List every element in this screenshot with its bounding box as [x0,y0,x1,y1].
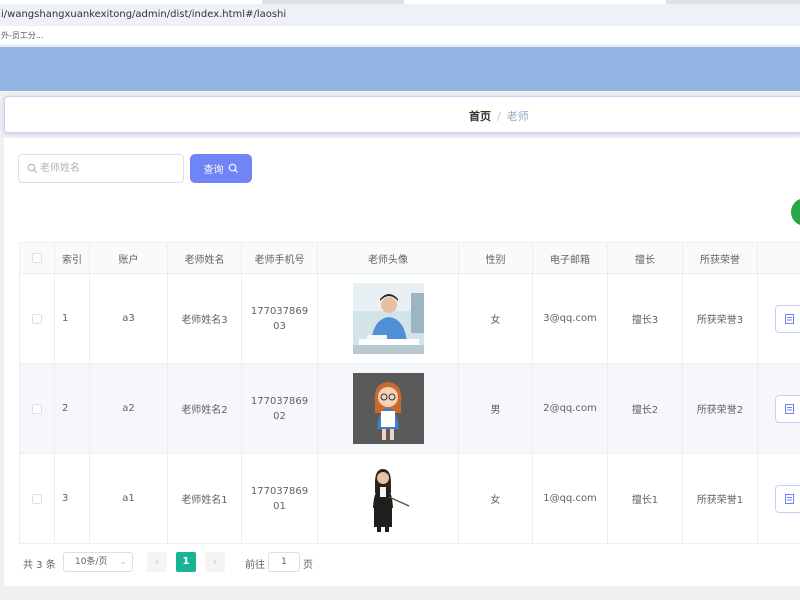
row-select-cell [20,274,55,363]
skill-cell: 擅长1 [608,454,683,543]
breadcrumb: 首页 / 老师 [469,108,529,124]
skill-cell: 擅长3 [608,274,683,363]
header-select-all [20,243,55,273]
teacher-name-search-box[interactable] [18,154,184,183]
email-cell: 1@qq.com [533,454,608,543]
header-teacher-name: 老师姓名 [168,243,242,273]
breadcrumb-current: 老师 [506,110,529,123]
search-icon [27,163,38,174]
account-cell: a2 [90,364,168,453]
teacher-table: 索引 账户 老师姓名 老师手机号 老师头像 性别 电子邮箱 擅长 所获荣誉 1 … [19,242,800,544]
document-icon [785,403,794,414]
table-header-row: 索引 账户 老师姓名 老师手机号 老师头像 性别 电子邮箱 擅长 所获荣誉 [20,243,800,274]
index-cell: 3 [55,454,90,543]
query-button-label: 查询 [203,165,224,176]
row-checkbox[interactable] [32,493,42,504]
skill-cell: 擅长2 [608,364,683,453]
address-bar[interactable]: i/wangshangxuankexitong/admin/dist/index… [0,4,800,26]
header-index: 索引 [55,243,90,273]
gender-cell: 男 [459,364,533,453]
phone-text: 17703786902 [250,395,309,422]
page-size-select[interactable]: 10条/页 ⌄ [63,552,133,572]
details-button[interactable] [775,394,800,423]
row-checkbox[interactable] [32,313,42,324]
row-select-cell [20,364,55,453]
email-cell: 2@qq.com [533,364,608,453]
table-row: 3 a1 老师姓名1 17703786901 女 1@qq.com 擅长1 所获… [20,454,800,544]
header-phone: 老师手机号 [242,243,318,273]
avatar-cell [318,364,459,453]
page-suffix-label: 页 [303,560,313,571]
index-cell: 2 [55,364,90,453]
pagination-total: 共 3 条 [23,560,56,571]
email-cell: 3@qq.com [533,274,608,363]
teacher-name-cell: 老师姓名2 [168,364,242,453]
bookmarks-bar: 外-员工分... [0,26,800,46]
teacher-name-cell: 老师姓名3 [168,274,242,363]
row-checkbox[interactable] [32,403,42,414]
table-row: 2 a2 老师姓名2 17703786902 男 2@qq.com 擅长2 所获… [20,364,800,454]
actions-cell [758,274,800,363]
phone-text: 17703786901 [250,485,309,512]
goto-label: 前往 [245,560,265,571]
breadcrumb-home[interactable]: 首页 [469,110,491,123]
table-row: 1 a3 老师姓名3 17703786903 女 3@qq.com 擅长3 所获… [20,274,800,364]
actions-cell [758,454,800,543]
account-cell: a3 [90,274,168,363]
chevron-down-icon: ⌄ [119,557,127,567]
phone-cell: 17703786901 [242,454,318,543]
header-honor: 所获荣誉 [683,243,758,273]
header-account: 账户 [90,243,168,273]
teacher-name-search-input[interactable] [40,155,180,182]
top-header-band [0,47,800,91]
query-button[interactable]: 查询 [190,154,252,183]
page-size-value: 10条/页 [75,557,108,567]
page-number-1[interactable]: 1 [176,552,196,572]
document-icon [785,313,794,324]
avatar-cell [318,274,459,363]
header-gender: 性别 [459,243,533,273]
header-email: 电子邮箱 [533,243,608,273]
bookmark-item[interactable]: 外-员工分... [1,31,44,40]
details-button[interactable] [775,484,800,513]
honor-cell: 所获荣誉3 [683,274,758,363]
document-icon [785,493,794,504]
avatar-cell [318,454,459,543]
actions-cell [758,364,800,453]
row-select-cell [20,454,55,543]
details-button[interactable] [775,304,800,333]
teacher-name-cell: 老师姓名1 [168,454,242,543]
index-cell: 1 [55,274,90,363]
honor-cell: 所获荣誉2 [683,364,758,453]
search-icon [228,163,238,174]
header-actions [758,243,800,273]
phone-text: 17703786903 [250,305,309,332]
breadcrumb-separator: / [497,110,501,123]
account-cell: a1 [90,454,168,543]
teacher-avatar-image[interactable] [352,373,424,444]
goto-page-input[interactable] [268,552,300,572]
header-skill: 擅长 [608,243,683,273]
header-avatar: 老师头像 [318,243,459,273]
next-page-button[interactable]: › [205,552,225,572]
phone-cell: 17703786903 [242,274,318,363]
teacher-avatar-image[interactable] [352,463,424,534]
honor-cell: 所获荣誉1 [683,454,758,543]
gender-cell: 女 [459,454,533,543]
gender-cell: 女 [459,274,533,363]
phone-cell: 17703786902 [242,364,318,453]
prev-page-button[interactable]: ‹ [147,552,167,572]
select-all-checkbox[interactable] [32,253,42,263]
teacher-avatar-image[interactable] [352,283,424,354]
breadcrumb-card: 首页 / 老师 [4,96,800,133]
